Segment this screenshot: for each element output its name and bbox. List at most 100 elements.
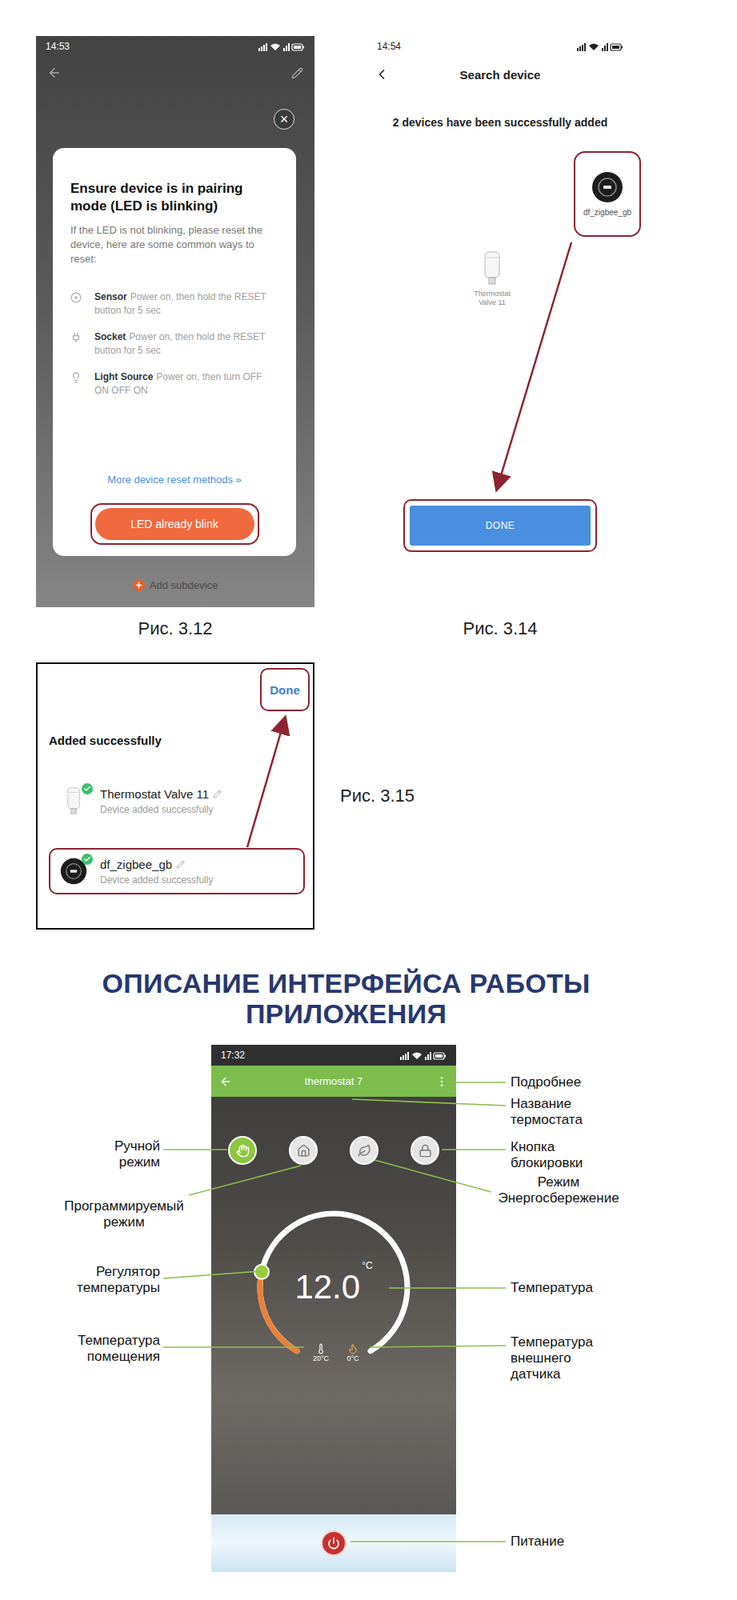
added-device[interactable]: Thermostat Valve 11 Device added successf…: [48, 777, 305, 825]
room-temperature: 20°C: [307, 1343, 335, 1364]
pairing-screenshot: 14:53 × Ensure device is in pairing mode (…: [36, 36, 315, 608]
thermometer-icon: [315, 1343, 327, 1355]
device-name: df_zigbee_gb: [583, 208, 632, 218]
status-time: 14:53: [45, 40, 70, 53]
callout-label: Температуравнешнегодатчика: [510, 1334, 671, 1383]
callout-label-line: Ручной: [16, 1138, 161, 1155]
sensor-icon: [70, 292, 82, 304]
power-button[interactable]: [320, 1530, 347, 1557]
dialog-text: If the LED is not blinking, please reset…: [70, 223, 279, 267]
method-name: Light Source: [94, 371, 153, 383]
plus-icon: [134, 580, 144, 590]
reset-methods-link[interactable]: More device reset methods »: [70, 454, 279, 486]
callout-label-line: внешнего: [510, 1350, 671, 1367]
callout-label: Кнопкаблокировки: [510, 1139, 671, 1172]
callout-label-line: термостата: [510, 1112, 671, 1129]
added-title: Added successfully: [48, 733, 310, 748]
back-chevron-icon[interactable]: [373, 66, 390, 83]
method-text: SensorPower on, then hold the RESET butt…: [94, 290, 279, 318]
status-bar: 14:54: [367, 36, 633, 57]
method-text: Light SourcePower on, then turn OFF ON O…: [94, 370, 279, 398]
program-mode-button[interactable]: [288, 1136, 318, 1166]
method-icon-box: [70, 370, 84, 387]
close-button[interactable]: ×: [273, 108, 295, 130]
result-message: 2 devices have been successfully added: [367, 92, 633, 137]
pencil-icon[interactable]: [176, 860, 185, 870]
done-button[interactable]: DONE: [409, 505, 591, 546]
hand-icon: [236, 1144, 250, 1158]
pencil-icon[interactable]: [212, 789, 222, 799]
add-subdevice-label: Add subdevice: [149, 579, 218, 592]
app-screenshot: 17:32thermostat 712.0°C20°C0°C: [211, 1045, 457, 1515]
setpoint-reading: 12.0°C: [253, 1207, 414, 1368]
device-texts: df_zigbee_gb Device added successfully: [100, 857, 213, 886]
status-time: 17:32: [220, 1049, 245, 1062]
callout-label-line: Название: [510, 1096, 671, 1113]
done-row: DONE: [367, 499, 633, 553]
added-successfully-screenshot: Done Added successfully Thermostat Valve 1…: [36, 662, 315, 930]
dial: 12.0°C20°C 0°C: [253, 1207, 414, 1380]
led-blink-button[interactable]: LED already blink: [95, 508, 255, 541]
callout-label-line: температуры: [16, 1280, 161, 1297]
method-icon-box: [70, 290, 84, 307]
close-row: ×: [36, 88, 315, 130]
heater-icon: [347, 1343, 359, 1355]
reset-method: SensorPower on, then hold the RESET butt…: [70, 290, 279, 318]
header: Search device: [367, 56, 633, 93]
back-arrow-icon[interactable]: [47, 65, 62, 81]
manual-page: 14:53 × Ensure device is in pairing mode (…: [0, 0, 737, 1600]
figure-row: Done Added successfully Thermostat Valve 1…: [0, 639, 737, 930]
device-name: df_zigbee_gb: [100, 857, 213, 872]
room-temperature-value: 20°C: [312, 1354, 329, 1364]
found-device[interactable]: Thermostat Valve 11: [468, 244, 517, 314]
callout-label-line: Режим: [478, 1174, 639, 1191]
status-bar: 17:32: [211, 1045, 457, 1066]
method-icon-box: [70, 330, 84, 347]
pencil-icon[interactable]: [291, 67, 304, 80]
callout-label-line: помещения: [16, 1349, 161, 1366]
search-device-screenshot: 14:54 Search device 2 devices have been su…: [367, 36, 633, 553]
callout-label: Регулятортемпературы: [16, 1264, 161, 1297]
callout-label-line: Энергосбережение: [478, 1190, 639, 1207]
plus-badge: [132, 579, 145, 592]
power-icon: [327, 1537, 341, 1551]
callout-label-line: блокировки: [510, 1155, 671, 1172]
radiator-valve-icon: [483, 251, 501, 285]
done-link[interactable]: Done: [269, 683, 301, 697]
callout-label: Температура: [510, 1280, 671, 1297]
callout-label-line: режим: [16, 1154, 161, 1171]
house-icon: [296, 1144, 311, 1158]
device-name: Thermostat Valve 11: [471, 289, 513, 308]
manual-mode-button[interactable]: [228, 1136, 257, 1166]
header-title: Search device: [399, 68, 601, 82]
section-heading: ОПИСАНИЕ ИНТЕРФЕЙСА РАБОТЫПРИЛОЖЕНИЯ: [0, 968, 737, 1030]
added-device[interactable]: df_zigbee_gb Device added successfully: [48, 848, 305, 895]
callout-label: РежимЭнергосбережение: [478, 1174, 639, 1207]
method-text: SocketPower on, then hold the RESET butt…: [94, 330, 279, 358]
found-device[interactable]: df_zigbee_gb: [573, 151, 641, 237]
dialog-title: Ensure device is in pairing mode (LED is…: [70, 180, 279, 216]
device-name: Thermostat Valve 11: [100, 787, 222, 802]
highlight-frame: Done: [260, 668, 310, 712]
device-status: Device added successfully: [100, 804, 222, 816]
callout-label-line: Подробнее: [510, 1074, 671, 1091]
top-figures: 14:53 × Ensure device is in pairing mode (…: [0, 0, 737, 640]
callout-label-line: Температура: [510, 1334, 671, 1351]
lock-icon: [418, 1144, 433, 1158]
callout-line: [350, 1541, 506, 1543]
external-temperature: 0°C: [339, 1343, 367, 1364]
found-devices: df_zigbee_gb Thermostat Valve 11: [367, 136, 633, 500]
status-icons: [400, 1051, 447, 1061]
add-subdevice[interactable]: Add subdevice: [36, 579, 315, 608]
lock-button[interactable]: [410, 1136, 440, 1166]
setpoint-value: 12.0: [294, 1270, 361, 1305]
more-dots-icon[interactable]: [435, 1075, 449, 1089]
back-arrow-icon[interactable]: [219, 1075, 233, 1089]
callout-line: [374, 1160, 492, 1193]
device-status: Device added successfully: [100, 874, 213, 886]
reset-method: Light SourcePower on, then turn OFF ON O…: [70, 370, 279, 398]
power-strip: [211, 1514, 457, 1573]
eco-mode-button[interactable]: [349, 1136, 379, 1166]
check-icon: [83, 855, 92, 864]
figure-caption: Рис. 3.14: [462, 618, 537, 640]
